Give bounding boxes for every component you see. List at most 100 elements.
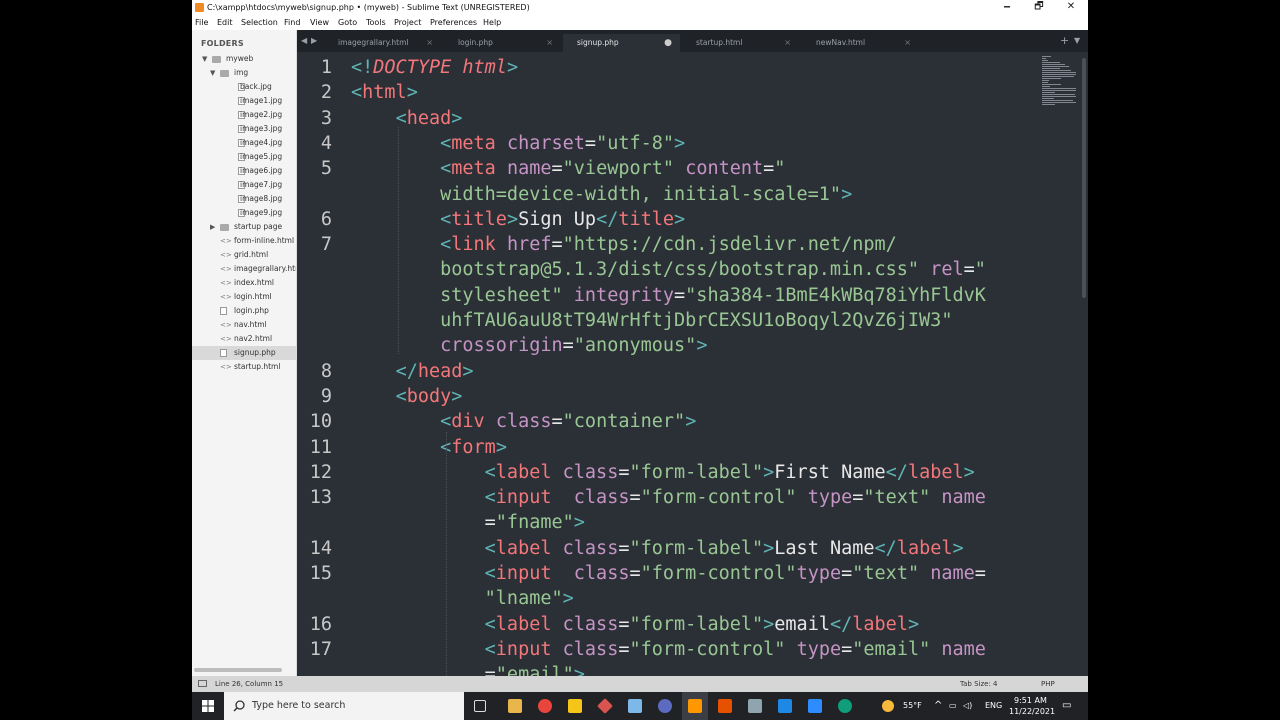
git-icon[interactable] bbox=[597, 698, 613, 714]
sidebar-item[interactable]: image9.jpg bbox=[192, 206, 296, 220]
sidebar-item[interactable]: <> login.html bbox=[192, 290, 296, 304]
sidebar-scrollbar[interactable] bbox=[194, 668, 282, 672]
sidebar-item[interactable]: <> startup.html bbox=[192, 360, 296, 374]
windows-start-icon[interactable] bbox=[202, 700, 214, 712]
code-file-icon: <> bbox=[220, 363, 232, 371]
menu-edit[interactable]: Edit bbox=[217, 16, 233, 30]
menu-file[interactable]: File bbox=[195, 16, 208, 30]
menu-project[interactable]: Project bbox=[394, 16, 421, 30]
sidebar-item[interactable]: image1.jpg bbox=[192, 94, 296, 108]
code-line: <meta charset="utf-8"> bbox=[440, 132, 686, 154]
help-icon[interactable] bbox=[778, 699, 792, 713]
line-number: 2 bbox=[320, 82, 332, 104]
box-app-icon[interactable] bbox=[628, 699, 642, 713]
sidebar-item-label: image2.jpg bbox=[240, 110, 283, 119]
notepad-icon[interactable] bbox=[748, 699, 762, 713]
sublime-window: C:\xampp\htdocs\myweb\signup.php • (mywe… bbox=[192, 0, 1088, 720]
code-line: uhfTAU6auU8tT94WrHftjDbrCEXSU1oBoqyl2QvZ… bbox=[440, 310, 953, 331]
tab-scroll-left-icon[interactable]: ◀ bbox=[301, 36, 307, 45]
menu-find[interactable]: Find bbox=[284, 16, 300, 30]
sidebar-item[interactable]: ▼ img bbox=[192, 66, 296, 80]
sidebar-item[interactable]: image3.jpg bbox=[192, 122, 296, 136]
tab-close-icon[interactable]: × bbox=[784, 34, 791, 52]
title-bar: C:\xampp\htdocs\myweb\signup.php • (mywe… bbox=[192, 0, 1088, 16]
weather-temperature[interactable]: 55°F bbox=[903, 692, 922, 720]
input-language[interactable]: ENG bbox=[985, 692, 1002, 720]
notifications-icon[interactable]: ▭ bbox=[1062, 692, 1071, 720]
tab-size[interactable]: Tab Size: 4 bbox=[960, 676, 997, 692]
editor-scrollbar[interactable] bbox=[1082, 58, 1086, 298]
sidebar-item[interactable]: image6.jpg bbox=[192, 164, 296, 178]
menu-help[interactable]: Help bbox=[483, 16, 501, 30]
tab-bar: ◀ ▶ imagegrallary.html × login.php × sig… bbox=[297, 30, 1088, 52]
tab-close-icon[interactable]: × bbox=[904, 34, 911, 52]
sidebar-item[interactable]: signup.php bbox=[192, 346, 296, 360]
close-button[interactable]: ✕ bbox=[1056, 0, 1086, 16]
tab-login-php[interactable]: login.php × bbox=[444, 34, 561, 52]
sidebar-item[interactable]: image2.jpg bbox=[192, 108, 296, 122]
tab-newnav-html[interactable]: newNav.html × bbox=[802, 34, 919, 52]
sidebar-item[interactable]: login.php bbox=[192, 304, 296, 318]
tab-scroll-right-icon[interactable]: ▶ bbox=[311, 36, 317, 45]
windows-taskbar: Type here to search 55°F ^ ▭ ◁) ENG 9:51… bbox=[192, 692, 1088, 720]
cursor-position[interactable]: Line 26, Column 15 bbox=[215, 676, 283, 692]
tab-unsaved-dot-icon[interactable]: ● bbox=[664, 34, 672, 52]
sidebar-item[interactable]: ▼ myweb bbox=[192, 52, 296, 66]
network-icon[interactable]: ▭ bbox=[949, 692, 957, 720]
expanded-arrow-icon[interactable]: ▼ bbox=[202, 52, 207, 66]
sidebar-item[interactable]: ▶ startup page bbox=[192, 220, 296, 234]
sidebar-item[interactable]: <>imagegrallary.html bbox=[192, 262, 296, 276]
clock-date[interactable]: 11/22/2021 bbox=[1009, 698, 1055, 720]
taskbar-search-box[interactable]: Type here to search bbox=[224, 692, 464, 720]
tab-imagegrallary[interactable]: imagegrallary.html × bbox=[324, 34, 441, 52]
sidebar-item[interactable]: back.jpg bbox=[192, 80, 296, 94]
sidebar-item[interactable]: <> form-inline.html bbox=[192, 234, 296, 248]
vpn-icon[interactable] bbox=[658, 699, 672, 713]
new-tab-plus-icon[interactable]: + bbox=[1060, 34, 1069, 47]
menu-tools[interactable]: Tools bbox=[366, 16, 386, 30]
collapsed-arrow-icon[interactable]: ▶ bbox=[210, 220, 215, 234]
minimap[interactable] bbox=[1040, 56, 1078, 110]
sidebar-item[interactable]: <> index.html bbox=[192, 276, 296, 290]
tab-close-icon[interactable]: × bbox=[426, 34, 433, 52]
line-number: 5 bbox=[320, 158, 332, 180]
task-view-icon[interactable] bbox=[474, 700, 486, 712]
tab-list-dropdown-icon[interactable]: ▼ bbox=[1074, 36, 1080, 45]
sidebar-item-label: image8.jpg bbox=[240, 194, 283, 203]
sidebar-item[interactable]: <> nav2.html bbox=[192, 332, 296, 346]
menu-bar: File Edit Selection Find View Goto Tools… bbox=[192, 16, 1088, 30]
file-icon bbox=[220, 349, 227, 357]
sidebar-item[interactable]: <> grid.html bbox=[192, 248, 296, 262]
file-explorer-icon[interactable] bbox=[508, 699, 522, 713]
chrome-icon[interactable] bbox=[538, 699, 552, 713]
volume-icon[interactable]: ◁) bbox=[963, 692, 972, 720]
sidebar-item[interactable]: <> nav.html bbox=[192, 318, 296, 332]
zoom-icon[interactable] bbox=[808, 699, 822, 713]
tray-chevron-icon[interactable]: ^ bbox=[934, 692, 942, 720]
sublime-text-taskbar-icon[interactable] bbox=[688, 699, 702, 713]
sidebar-item[interactable]: image7.jpg bbox=[192, 178, 296, 192]
menu-goto[interactable]: Goto bbox=[338, 16, 357, 30]
expanded-arrow-icon[interactable]: ▼ bbox=[210, 66, 215, 80]
tab-signup-php[interactable]: signup.php ● bbox=[563, 34, 680, 52]
xampp-control-icon[interactable] bbox=[718, 699, 732, 713]
weather-icon[interactable] bbox=[882, 700, 894, 712]
panel-toggle-icon[interactable] bbox=[198, 680, 207, 687]
sidebar-item-label: login.php bbox=[234, 306, 269, 315]
code-editor[interactable]: 1 2 3 4 5 6 7 8 9 10 11 12 13 14 15 16 17 <!DOCTYPE html… bbox=[297, 52, 1088, 685]
minimize-button[interactable]: 🗕 bbox=[992, 0, 1022, 16]
minimap-line bbox=[1042, 74, 1076, 75]
sidebar-item[interactable]: image8.jpg bbox=[192, 192, 296, 206]
menu-view[interactable]: View bbox=[310, 16, 329, 30]
tab-startup-html[interactable]: startup.html × bbox=[682, 34, 799, 52]
sidebar-item-label: myweb bbox=[226, 54, 254, 63]
maximize-button[interactable]: 🗗 bbox=[1024, 0, 1054, 16]
sidebar-item[interactable]: image4.jpg bbox=[192, 136, 296, 150]
edge-icon[interactable] bbox=[838, 699, 852, 713]
sidebar-item[interactable]: image5.jpg bbox=[192, 150, 296, 164]
minimap-line bbox=[1042, 84, 1061, 85]
tab-close-icon[interactable]: × bbox=[546, 34, 553, 52]
menu-selection[interactable]: Selection bbox=[241, 16, 278, 30]
menu-preferences[interactable]: Preferences bbox=[430, 16, 477, 30]
xampp-icon[interactable] bbox=[568, 699, 582, 713]
